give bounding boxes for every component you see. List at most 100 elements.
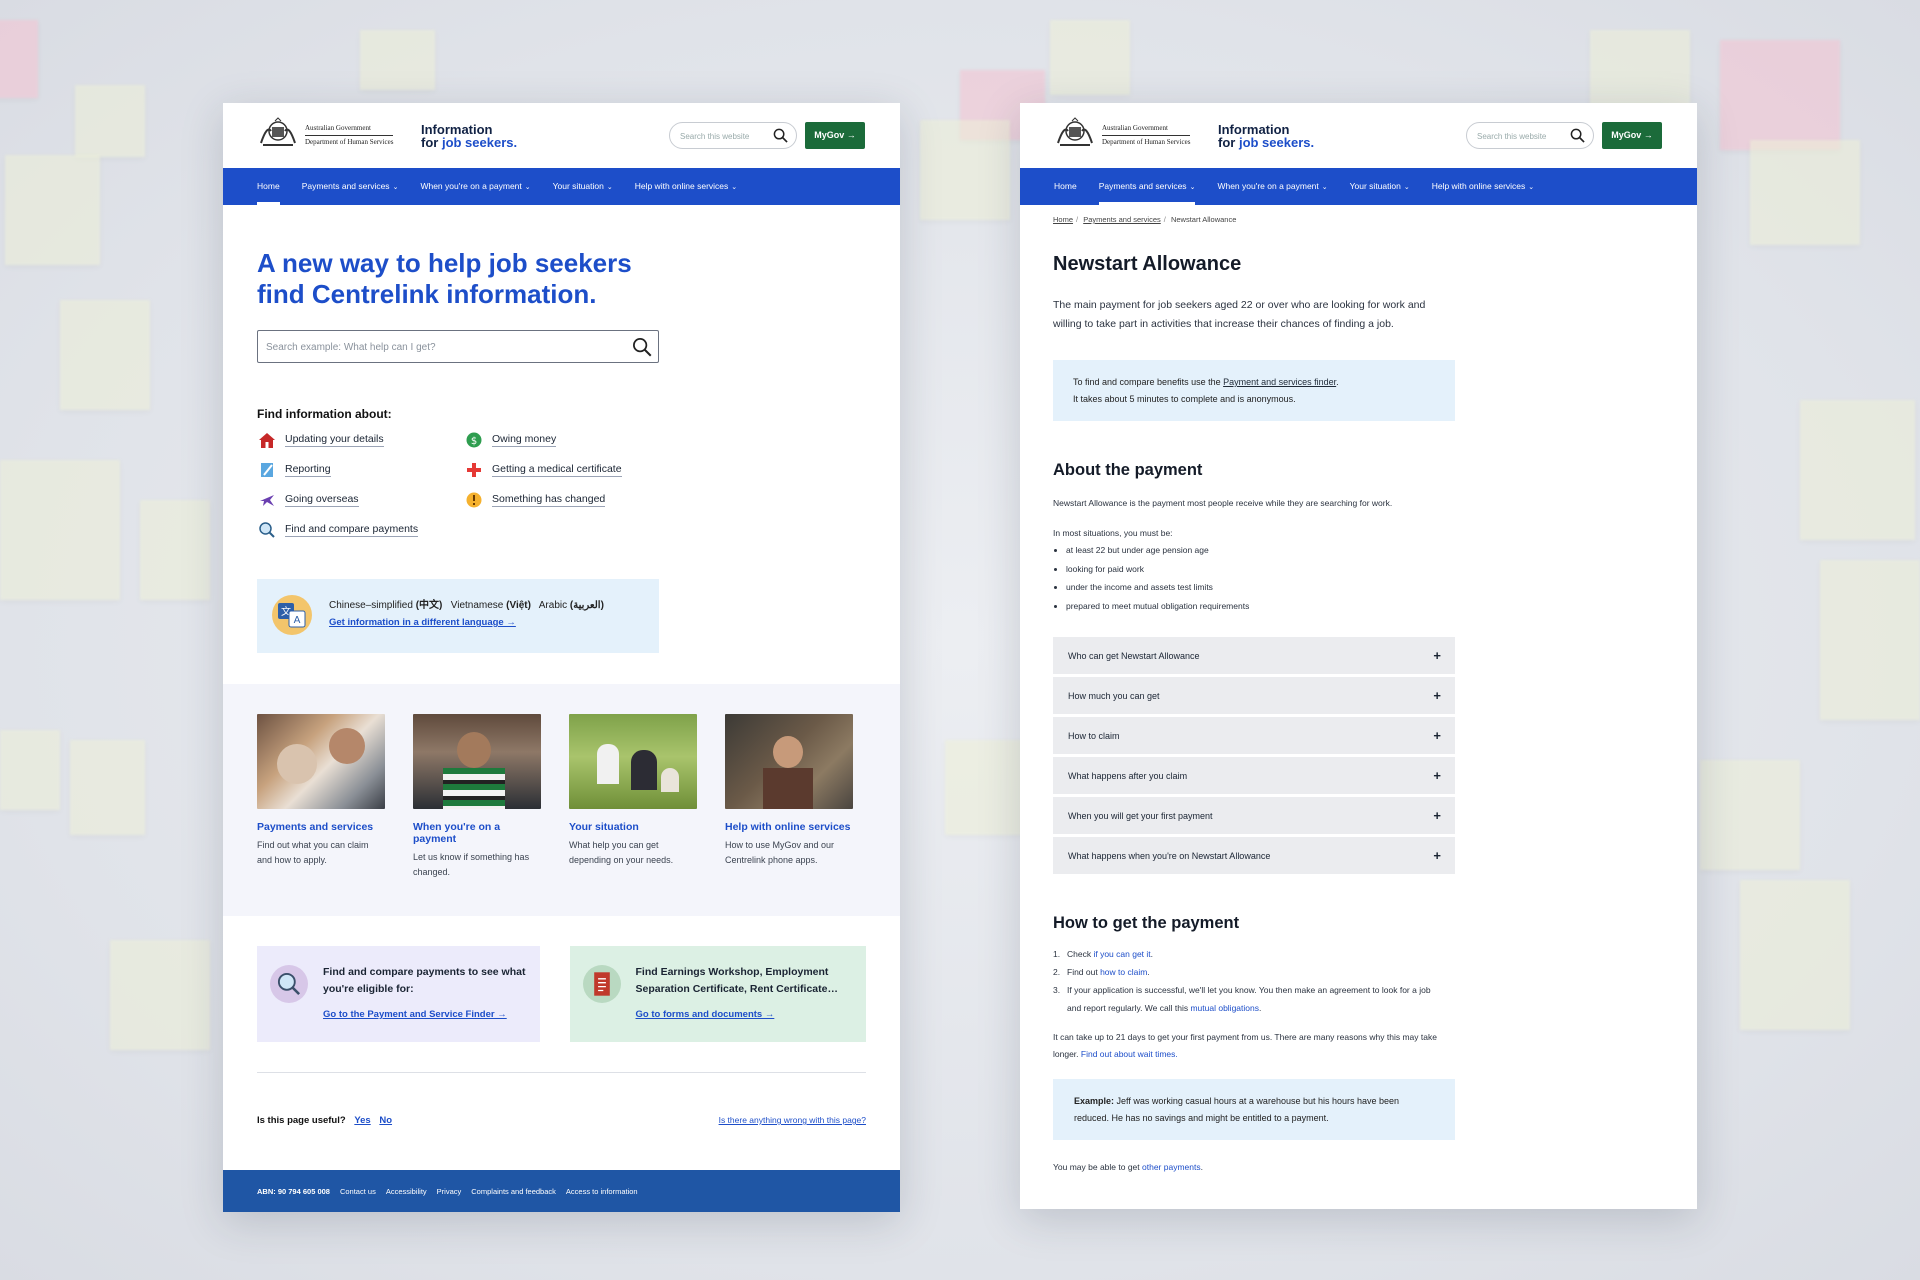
feedback-no-link[interactable]: No xyxy=(379,1115,392,1126)
plus-icon: + xyxy=(1433,728,1441,743)
nav-item-online-help[interactable]: Help with online services ⌄ xyxy=(1432,168,1534,205)
finder-info-box: To find and compare benefits use the Pay… xyxy=(1053,360,1455,421)
card-your-situation[interactable]: Your situation What help you can get dep… xyxy=(569,714,697,916)
how-heading: How to get the payment xyxy=(1053,914,1240,932)
notepad-icon xyxy=(257,460,276,479)
accordion: Who can get Newstart Allowance + How much… xyxy=(1053,637,1455,874)
medical-cross-icon xyxy=(464,460,483,479)
other-payments-link[interactable]: other payments xyxy=(1142,1162,1201,1172)
forms-link[interactable]: Go to forms and documents → xyxy=(636,1009,775,1020)
breadcrumb: Home / Payments and services / Newstart Al… xyxy=(1053,215,1237,224)
footer-link-contact[interactable]: Contact us xyxy=(340,1187,376,1196)
mygov-button[interactable]: MyGov → xyxy=(1602,122,1662,149)
sticky-note xyxy=(0,460,120,600)
finder-link[interactable]: Payment and services finder xyxy=(1223,377,1336,387)
site-brand[interactable]: Information for job seekers. xyxy=(1218,123,1314,149)
coat-of-arms-icon xyxy=(260,117,296,146)
sticky-note xyxy=(5,155,100,265)
header-search-input[interactable]: Search this website xyxy=(1466,122,1594,149)
accordion-item[interactable]: What happens after you claim + xyxy=(1053,757,1455,794)
topic-reporting[interactable]: Reporting xyxy=(257,460,464,479)
topic-find-compare[interactable]: Find and compare payments xyxy=(257,520,464,539)
topic-going-overseas[interactable]: Going overseas xyxy=(257,490,464,509)
nav-item-payments[interactable]: Payments and services ⌄ xyxy=(302,168,399,205)
nav-item-home[interactable]: Home xyxy=(257,168,280,205)
site-brand[interactable]: Information for job seekers. xyxy=(421,123,517,149)
sticky-note xyxy=(945,740,1025,835)
report-problem-link[interactable]: Is there anything wrong with this page? xyxy=(719,1115,866,1126)
nav-item-online-help[interactable]: Help with online services ⌄ xyxy=(635,168,737,205)
sticky-note xyxy=(1720,40,1840,150)
about-text: Newstart Allowance is the payment most p… xyxy=(1053,498,1393,508)
list-item: 2. Find out how to claim. xyxy=(1053,967,1150,977)
chevron-down-icon: ⌄ xyxy=(1403,184,1410,191)
footer-link-complaints[interactable]: Complaints and feedback xyxy=(471,1187,556,1196)
card-online-services[interactable]: Help with online services How to use MyG… xyxy=(725,714,853,916)
main-search-input[interactable]: Search example: What help can I get? xyxy=(257,330,659,363)
site-header: Australian Government Department of Huma… xyxy=(1020,103,1697,168)
gov-wordmark: Australian Government Department of Huma… xyxy=(305,124,394,146)
sticky-note xyxy=(1800,400,1915,540)
different-language-link[interactable]: Get information in a different language … xyxy=(329,617,516,628)
sticky-note xyxy=(1740,880,1850,1030)
nav-item-situation[interactable]: Your situation ⌄ xyxy=(1350,168,1410,205)
chevron-down-icon: ⌄ xyxy=(731,184,738,191)
main-nav: Home Payments and services ⌄ When you're … xyxy=(223,168,900,205)
nav-item-home[interactable]: Home xyxy=(1054,168,1077,205)
sticky-note xyxy=(920,120,1010,220)
magnifier-icon xyxy=(257,520,276,539)
coat-of-arms-icon xyxy=(1057,117,1093,146)
must-be-text: In most situations, you must be: xyxy=(1053,528,1173,538)
accordion-item[interactable]: When you will get your first payment + xyxy=(1053,797,1455,834)
accordion-item[interactable]: What happens when you're on Newstart All… xyxy=(1053,837,1455,874)
money-icon: $ xyxy=(464,430,483,449)
nav-item-situation[interactable]: Your situation ⌄ xyxy=(553,168,613,205)
payment-finder-link[interactable]: Go to the Payment and Service Finder → xyxy=(323,1009,507,1020)
chevron-down-icon: ⌄ xyxy=(606,184,613,191)
magnifier-icon xyxy=(270,965,308,1003)
list-item: under the income and assets test limits xyxy=(1066,578,1664,597)
nav-item-payments[interactable]: Payments and services ⌄ xyxy=(1098,168,1195,205)
photo-woman-tablet xyxy=(725,714,853,809)
steps-list: 1. Check if you can get it. 2. Find out ho… xyxy=(1020,945,1470,1017)
topic-medical-certificate[interactable]: Getting a medical certificate xyxy=(464,460,664,479)
list-item: prepared to meet mutual obligation requi… xyxy=(1066,597,1664,616)
abn-text: ABN: 90 794 605 008 xyxy=(257,1186,330,1196)
how-to-claim-link[interactable]: how to claim xyxy=(1100,967,1147,977)
plus-icon: + xyxy=(1433,808,1441,823)
footer-link-accessibility[interactable]: Accessibility xyxy=(386,1187,427,1196)
nav-item-on-payment[interactable]: When you're on a payment ⌄ xyxy=(420,168,530,205)
plus-icon: + xyxy=(1433,688,1441,703)
card-on-payment[interactable]: When you're on a payment Let us know if … xyxy=(413,714,541,916)
footer-link-access-info[interactable]: Access to information xyxy=(566,1187,638,1196)
mygov-button[interactable]: MyGov → xyxy=(805,122,865,149)
topic-owing-money[interactable]: $ Owing money xyxy=(464,430,664,449)
accordion-item[interactable]: How much you can get + xyxy=(1053,677,1455,714)
footer-link-privacy[interactable]: Privacy xyxy=(437,1187,462,1196)
photo-family-park xyxy=(569,714,697,809)
header-search-input[interactable]: Search this website xyxy=(669,122,797,149)
accordion-item[interactable]: Who can get Newstart Allowance + xyxy=(1053,637,1455,674)
gov-wordmark: Australian Government Department of Huma… xyxy=(1102,124,1191,146)
language-list: Chinese–simplified (中文) Vietnamese (Việt… xyxy=(329,600,604,611)
other-payments-text: You may be able to get other payments. xyxy=(1053,1162,1203,1172)
topic-updating-details[interactable]: Updating your details xyxy=(257,430,464,449)
chevron-down-icon: ⌄ xyxy=(524,184,531,191)
search-icon[interactable] xyxy=(773,128,788,143)
breadcrumb-home[interactable]: Home xyxy=(1053,215,1073,224)
search-icon[interactable] xyxy=(1570,128,1585,143)
search-icon[interactable] xyxy=(632,337,652,357)
wait-times-link[interactable]: Find out about wait times. xyxy=(1081,1049,1178,1059)
payment-finder-box: Find and compare payments to see what yo… xyxy=(257,946,540,1042)
feedback-yes-link[interactable]: Yes xyxy=(354,1115,370,1126)
breadcrumb-payments[interactable]: Payments and services xyxy=(1083,215,1161,224)
card-payments-services[interactable]: Payments and services Find out what you … xyxy=(257,714,385,916)
chevron-down-icon: ⌄ xyxy=(1528,184,1535,191)
accordion-item[interactable]: How to claim + xyxy=(1053,717,1455,754)
eligibility-link[interactable]: if you can get it xyxy=(1093,949,1150,959)
main-nav: Home Payments and services ⌄ When you're … xyxy=(1020,168,1697,205)
topic-something-changed[interactable]: Something has changed xyxy=(464,490,664,509)
nav-item-on-payment[interactable]: When you're on a payment ⌄ xyxy=(1217,168,1327,205)
category-cards: Payments and services Find out what you … xyxy=(223,684,900,916)
mutual-obligations-link[interactable]: mutual obligations xyxy=(1190,1003,1259,1013)
